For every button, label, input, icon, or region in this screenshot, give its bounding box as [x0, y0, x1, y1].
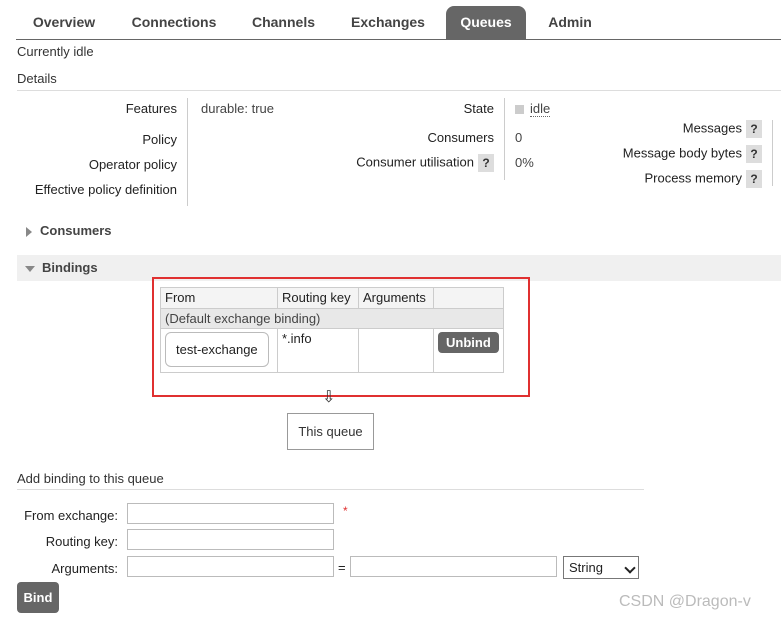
required-mark: * — [343, 504, 348, 518]
message-body-bytes-label: Message body bytes? — [560, 145, 762, 163]
tab-queues[interactable]: Queues — [446, 6, 526, 39]
state-idle-text: idle — [530, 101, 551, 117]
features-label: Features — [125, 101, 177, 116]
this-queue-box: This queue — [287, 413, 374, 450]
operator-policy-label: Operator policy — [88, 157, 177, 172]
consumer-utilisation-label: Consumer utilisation? — [300, 154, 494, 172]
policy-label: Policy — [142, 132, 177, 147]
features-value: durable: true — [201, 101, 274, 116]
arguments-label: Arguments: — [51, 561, 118, 576]
tab-connections[interactable]: Connections — [117, 6, 231, 39]
effective-policy-label: Effective policy definition — [34, 182, 177, 197]
consumer-utilisation-text: Consumer utilisation — [356, 154, 474, 170]
process-memory-label: Process memory? — [560, 170, 762, 188]
from-exchange-label: From exchange: — [24, 508, 118, 523]
messages-text: Messages — [682, 120, 742, 136]
argument-key-input[interactable] — [127, 556, 334, 577]
details-heading: Details — [17, 71, 781, 91]
bind-button[interactable]: Bind — [17, 582, 59, 613]
add-binding-heading: Add binding to this queue — [17, 471, 644, 490]
features-durable-value: true — [251, 101, 275, 116]
argument-type-select[interactable]: String — [563, 556, 639, 579]
messages-label: Messages? — [560, 120, 762, 138]
help-icon[interactable]: ? — [746, 120, 762, 138]
features-key: durable: — [201, 101, 248, 116]
chevron-down-icon — [624, 562, 636, 574]
routing-key-input[interactable] — [127, 529, 334, 550]
state-indicator-icon — [515, 105, 524, 115]
help-icon[interactable]: ? — [746, 170, 762, 188]
consumers-value: 0 — [515, 130, 523, 145]
collapse-icon — [25, 265, 35, 272]
watermark: CSDN @Dragon-v — [619, 593, 751, 610]
divider — [772, 120, 773, 186]
tab-exchanges[interactable]: Exchanges — [336, 6, 440, 39]
status-text: Currently idle — [17, 44, 94, 59]
help-icon[interactable]: ? — [478, 154, 494, 172]
process-memory-text: Process memory — [644, 170, 742, 186]
state-value: idle — [515, 101, 551, 117]
consumers-label: Consumers — [427, 130, 494, 145]
highlight-box — [152, 277, 530, 397]
state-label: State — [463, 101, 494, 116]
divider — [504, 98, 505, 180]
main-nav: Overview Connections Channels Exchanges … — [16, 6, 781, 40]
bindings-section-title: Bindings — [42, 260, 98, 275]
tab-admin[interactable]: Admin — [532, 6, 608, 39]
divider — [187, 98, 188, 206]
tab-channels[interactable]: Channels — [237, 6, 330, 39]
from-exchange-input[interactable] — [127, 503, 334, 524]
consumers-section-title: Consumers — [40, 223, 112, 238]
expand-icon — [26, 226, 32, 237]
help-icon[interactable]: ? — [746, 145, 762, 163]
equals-sign: = — [338, 560, 346, 575]
consumer-utilisation-value: 0% — [515, 155, 534, 170]
argument-type-value: String — [569, 560, 603, 575]
consumers-section-toggle[interactable]: Consumers — [17, 223, 112, 238]
tab-overview[interactable]: Overview — [16, 6, 112, 39]
argument-value-input[interactable] — [350, 556, 557, 577]
down-arrow-icon: ⇩ — [322, 389, 336, 406]
message-body-bytes-text: Message body bytes — [622, 145, 742, 161]
routing-key-label: Routing key: — [45, 534, 118, 549]
